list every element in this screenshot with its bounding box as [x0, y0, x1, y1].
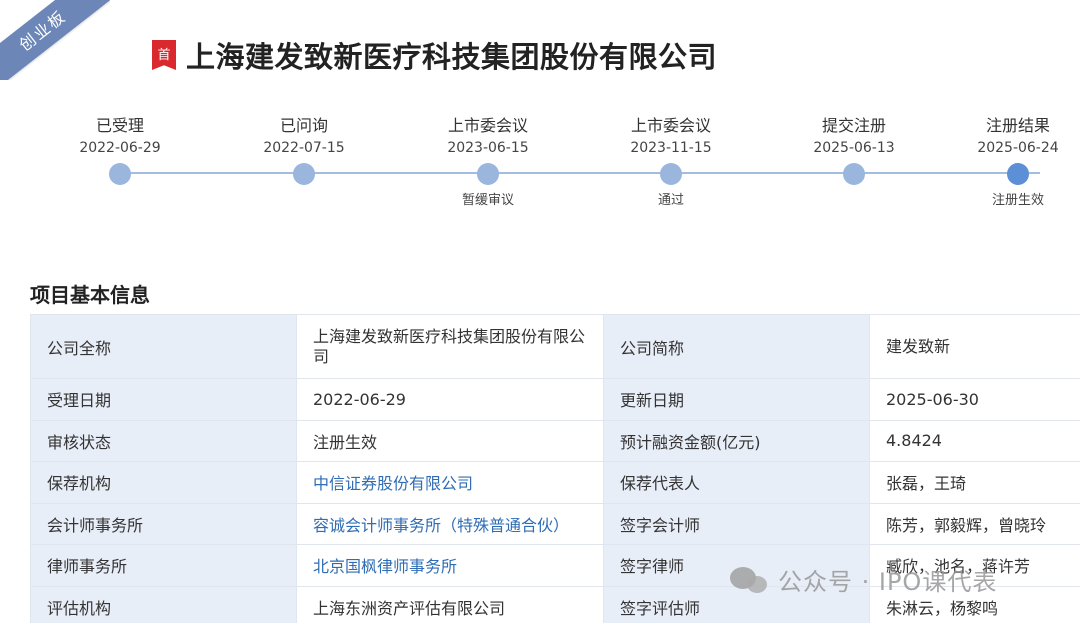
timeline-step-result: 通过	[657, 193, 684, 208]
company-header: 首 上海建发致新医疗科技集团股份有限公司	[0, 34, 1080, 76]
timeline-dot	[843, 163, 865, 185]
timeline-step-label: 提交注册	[821, 116, 886, 135]
field-value: 上海东洲资产评估有限公司	[296, 585, 604, 623]
field-label: 保荐机构	[30, 461, 297, 504]
timeline-step-committee-meeting-1[interactable]: 上市委会议 2023-06-15 暂缓审议	[408, 114, 568, 210]
timeline-step-date: 2023-06-15	[447, 140, 529, 156]
review-progress-timeline: 已受理 2022-06-29 已问询 2022-07-15 上市委会议 2023…	[0, 114, 1080, 224]
timeline-step-label: 上市委会议	[447, 116, 528, 135]
field-value: 注册生效	[296, 419, 604, 462]
timeline-step-label: 已受理	[95, 116, 144, 135]
field-label: 公司全称	[30, 314, 297, 379]
company-title: 上海建发致新医疗科技集团股份有限公司	[186, 40, 718, 74]
field-label: 保荐代表人	[603, 461, 870, 504]
timeline-dot	[109, 163, 131, 185]
timeline-step-label: 上市委会议	[630, 116, 711, 135]
timeline-step-registration-result[interactable]: 注册结果 2025-06-24 注册生效	[948, 114, 1080, 210]
timeline-step-date: 2022-06-29	[79, 140, 161, 156]
field-value: 张磊，王琦	[869, 461, 1080, 504]
timeline-step-date: 2023-11-15	[630, 140, 712, 156]
timeline-step-registration-submitted[interactable]: 提交注册 2025-06-13	[774, 114, 934, 210]
timeline-step-result	[224, 192, 384, 210]
field-label: 会计师事务所	[30, 502, 297, 545]
field-value: 建发致新	[869, 314, 1080, 379]
timeline-dot-active	[1007, 163, 1029, 185]
table-row: 审核状态 注册生效 预计融资金额(亿元) 4.8424	[30, 419, 1080, 462]
field-label: 公司简称	[603, 314, 870, 379]
table-row: 保荐机构 中信证券股份有限公司 保荐代表人 张磊，王琦	[30, 461, 1080, 504]
field-value: 上海建发致新医疗科技集团股份有限公司	[296, 314, 604, 379]
watermark-text: 公众号 · IPO课代表	[778, 568, 998, 596]
first-listing-badge: 首	[152, 40, 176, 70]
timeline-step-date: 2022-07-15	[263, 140, 345, 156]
field-label: 审核状态	[30, 419, 297, 462]
table-row: 会计师事务所 容诚会计师事务所（特殊普通合伙） 签字会计师 陈芳，郭毅辉，曾晓玲	[30, 502, 1080, 545]
timeline-step-result: 注册生效	[991, 193, 1044, 208]
timeline-step-result	[774, 192, 934, 210]
sponsor-link[interactable]: 中信证券股份有限公司	[296, 461, 604, 504]
field-value: 2022-06-29	[296, 378, 604, 421]
section-title-basic-info: 项目基本信息	[30, 283, 150, 307]
law-firm-link[interactable]: 北京国枫律师事务所	[296, 544, 604, 587]
timeline-dot	[660, 163, 682, 185]
timeline-step-date: 2025-06-24	[977, 140, 1059, 156]
watermark: 公众号 · IPO课代表	[730, 562, 997, 597]
field-value: 陈芳，郭毅辉，曾晓玲	[869, 502, 1080, 545]
table-row: 公司全称 上海建发致新医疗科技集团股份有限公司 公司简称 建发致新	[30, 314, 1080, 379]
timeline-step-label: 注册结果	[985, 116, 1050, 135]
wechat-icon	[730, 565, 770, 595]
field-label: 律师事务所	[30, 544, 297, 587]
timeline-step-date: 2025-06-13	[813, 140, 895, 156]
field-label: 预计融资金额(亿元)	[603, 419, 870, 462]
field-label: 签字会计师	[603, 502, 870, 545]
timeline-step-committee-meeting-2[interactable]: 上市委会议 2023-11-15 通过	[591, 114, 751, 210]
timeline-step-result: 暂缓审议	[461, 193, 514, 208]
timeline-dot	[477, 163, 499, 185]
field-label: 受理日期	[30, 378, 297, 421]
field-label: 更新日期	[603, 378, 870, 421]
table-row: 受理日期 2022-06-29 更新日期 2025-06-30	[30, 378, 1080, 421]
field-value: 4.8424	[869, 419, 1080, 462]
accounting-firm-link[interactable]: 容诚会计师事务所（特殊普通合伙）	[296, 502, 604, 545]
field-value: 2025-06-30	[869, 378, 1080, 421]
timeline-step-accepted[interactable]: 已受理 2022-06-29	[40, 114, 200, 210]
field-label: 评估机构	[30, 585, 297, 623]
timeline-dot	[293, 163, 315, 185]
timeline-step-result	[40, 192, 200, 210]
timeline-step-label: 已问询	[279, 116, 328, 135]
timeline-step-inquired[interactable]: 已问询 2022-07-15	[224, 114, 384, 210]
